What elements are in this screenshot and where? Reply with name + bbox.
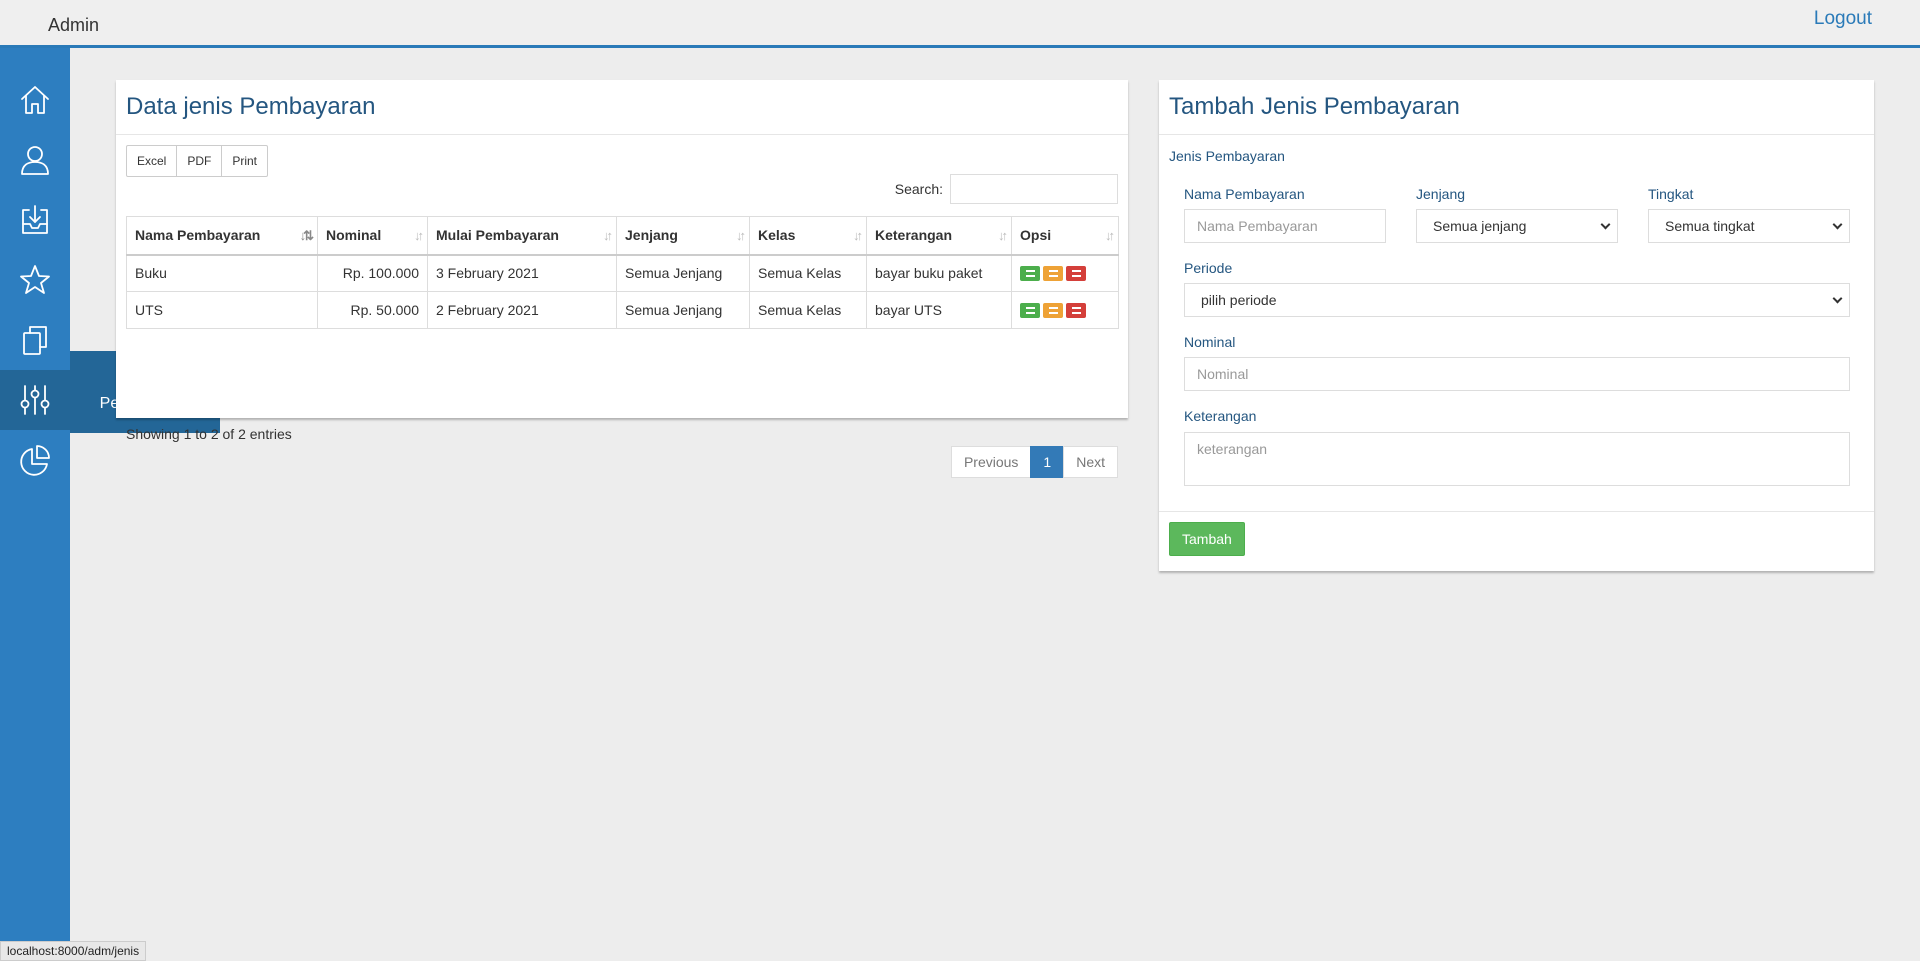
detail-icon[interactable] <box>1020 265 1040 281</box>
nominal-input[interactable]: Nominal <box>1184 357 1850 391</box>
chevron-down-icon <box>1600 219 1611 229</box>
jenjang-select[interactable]: Semua jenjang <box>1416 209 1618 243</box>
sort-asc-icon: ↓⇅ <box>299 228 315 243</box>
delete-icon[interactable] <box>1066 302 1086 318</box>
cell-keterangan: bayar buku paket <box>866 254 1012 292</box>
cell-nama: UTS <box>126 291 318 329</box>
edit-icon[interactable] <box>1043 265 1063 281</box>
cell-mulai: 3 February 2021 <box>427 254 617 292</box>
pagination: Previous 1 Next <box>950 446 1118 478</box>
keterangan-textarea[interactable]: keterangan <box>1184 432 1850 486</box>
sidebar-item-star[interactable] <box>0 250 70 310</box>
print-button[interactable]: Print <box>221 145 269 177</box>
delete-icon[interactable] <box>1066 265 1086 281</box>
sliders-icon <box>20 385 50 415</box>
pie-chart-icon <box>20 445 50 476</box>
sidebar-item-user[interactable] <box>0 130 70 190</box>
top-navbar: Admin Logout <box>0 0 1920 48</box>
table-info: Showing 1 to 2 of 2 entries <box>126 426 292 442</box>
column-header-keterangan[interactable]: Keterangan ↓↑ <box>866 216 1012 256</box>
column-header-jenjang[interactable]: Jenjang ↓↑ <box>616 216 750 256</box>
nama-pembayaran-input[interactable]: Nama Pembayaran <box>1184 209 1386 243</box>
sort-icon: ↓↑ <box>853 228 863 243</box>
page-1-button[interactable]: 1 <box>1030 446 1065 478</box>
column-header-nama[interactable]: Nama Pembayaran ↓⇅ <box>126 216 318 256</box>
tingkat-select[interactable]: Semua tingkat <box>1648 209 1850 243</box>
logout-link[interactable]: Logout <box>1814 8 1872 30</box>
form-panel-title: Tambah Jenis Pembayaran <box>1159 80 1874 135</box>
cell-nominal: Rp. 50.000 <box>317 291 428 329</box>
jenjang-label: Jenjang <box>1416 186 1466 202</box>
brand-label: Admin <box>48 15 100 35</box>
form-footer-divider <box>1159 511 1874 512</box>
inbox-download-icon <box>22 205 48 234</box>
sidebar <box>0 48 70 961</box>
browser-status-url: localhost:8000/adm/jenis <box>0 941 147 961</box>
table-header-row: Nama Pembayaran ↓⇅ Nominal ↓↑ Mulai Pembay… <box>126 216 1119 256</box>
table-row: Buku Rp. 100.000 3 February 2021 Semua J… <box>126 254 1119 292</box>
detail-icon[interactable] <box>1020 302 1040 318</box>
search-input[interactable] <box>950 174 1118 204</box>
cell-opsi <box>1011 291 1119 329</box>
pdf-button[interactable]: PDF <box>176 145 223 177</box>
chevron-down-icon <box>1832 293 1843 303</box>
cell-jenjang: Semua Jenjang <box>616 291 750 329</box>
edit-icon[interactable] <box>1043 302 1063 318</box>
sidebar-item-inbox[interactable] <box>0 190 70 250</box>
form-subtitle: Jenis Pembayaran <box>1169 148 1285 164</box>
table-row: UTS Rp. 50.000 2 February 2021 Semua Jen… <box>126 291 1119 329</box>
periode-select[interactable]: pilih periode <box>1184 283 1850 317</box>
sort-icon: ↓↑ <box>414 228 424 243</box>
keterangan-label: Keterangan <box>1184 408 1257 424</box>
export-button-group: Excel PDF Print <box>126 145 269 177</box>
sidebar-item-jenis-pembayaran[interactable] <box>0 370 70 430</box>
cell-keterangan: bayar UTS <box>866 291 1012 329</box>
data-panel: Data jenis Pembayaran Excel PDF Print Se… <box>116 80 1128 478</box>
sort-icon: ↓↑ <box>603 228 613 243</box>
cell-kelas: Semua Kelas <box>749 291 867 329</box>
cell-opsi <box>1011 254 1119 292</box>
sort-icon: ↓↑ <box>998 228 1008 243</box>
data-panel-title: Data jenis Pembayaran <box>116 80 1128 135</box>
payment-types-table: Nama Pembayaran ↓⇅ Nominal ↓↑ Mulai Pembay… <box>126 216 1119 329</box>
nama-label: Nama Pembayaran <box>1184 186 1305 202</box>
nominal-label: Nominal <box>1184 334 1236 350</box>
cell-mulai: 2 February 2021 <box>427 291 617 329</box>
cell-nominal: Rp. 100.000 <box>317 254 428 292</box>
cell-nama: Buku <box>126 254 318 292</box>
column-header-kelas[interactable]: Kelas ↓↑ <box>749 216 867 256</box>
form-panel: Tambah Jenis Pembayaran Jenis Pembayaran… <box>1159 80 1874 571</box>
chevron-down-icon <box>1832 219 1843 229</box>
copy-icon <box>23 326 47 355</box>
user-icon <box>21 146 49 175</box>
column-header-mulai[interactable]: Mulai Pembayaran ↓↑ <box>427 216 617 256</box>
table-search: Search: <box>895 174 1118 204</box>
previous-page-button[interactable]: Previous <box>950 446 1032 478</box>
search-label: Search: <box>894 181 943 197</box>
periode-label: Periode <box>1184 260 1233 276</box>
column-header-opsi[interactable]: Opsi ↓↑ <box>1011 216 1119 256</box>
tingkat-label: Tingkat <box>1648 186 1694 202</box>
cell-kelas: Semua Kelas <box>749 254 867 292</box>
star-icon <box>20 265 50 294</box>
sort-icon: ↓↑ <box>736 228 746 243</box>
sidebar-item-report[interactable] <box>0 430 70 490</box>
sidebar-item-home[interactable] <box>0 70 70 130</box>
cell-jenjang: Semua Jenjang <box>616 254 750 292</box>
sort-icon: ↓↑ <box>1105 228 1115 243</box>
excel-button[interactable]: Excel <box>126 145 178 177</box>
tambah-button[interactable]: Tambah <box>1169 522 1245 556</box>
home-icon <box>21 86 49 114</box>
sidebar-item-copy[interactable] <box>0 310 70 370</box>
next-page-button[interactable]: Next <box>1063 446 1118 478</box>
column-header-nominal[interactable]: Nominal ↓↑ <box>317 216 428 256</box>
